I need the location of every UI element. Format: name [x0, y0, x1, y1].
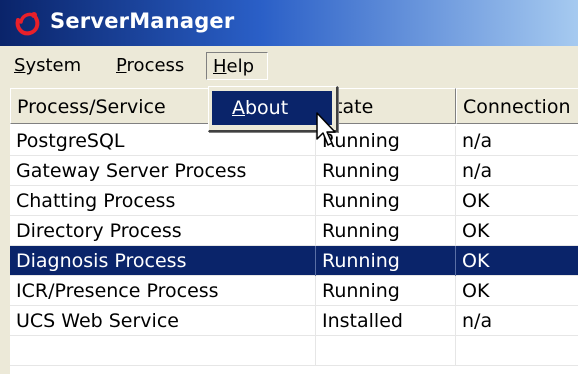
cell-state: Running	[316, 156, 456, 186]
about-mnemonic: A	[232, 97, 245, 119]
cell-connection: n/a	[456, 126, 578, 156]
mouse-pointer-icon	[316, 112, 336, 146]
cell-process-name: Chatting Process	[10, 186, 316, 216]
menu-system[interactable]: System	[8, 52, 87, 80]
table-row[interactable]: ICR/Presence Process Running OK	[10, 276, 578, 306]
cell-empty	[456, 336, 578, 366]
window-title: ServerManager	[50, 9, 235, 33]
table-row[interactable]: Gateway Server Process Running n/a	[10, 156, 578, 186]
menu-help[interactable]: Help	[206, 52, 268, 80]
menu-item-about[interactable]: About	[212, 91, 332, 125]
menu-process-mnemonic: P	[116, 55, 127, 76]
menu-help-mnemonic: H	[213, 56, 227, 77]
menu-bar: System Process Help	[0, 46, 578, 86]
title-bar[interactable]: ServerManager	[0, 0, 578, 46]
cell-connection: n/a	[456, 306, 578, 336]
menu-system-label: ystem	[25, 55, 82, 76]
cell-state: Running	[316, 216, 456, 246]
table-row-selected[interactable]: Diagnosis Process Running OK	[10, 246, 578, 276]
column-header-connection[interactable]: Connection	[456, 88, 578, 124]
cell-state: Running	[316, 276, 456, 306]
cell-process-name: Diagnosis Process	[10, 246, 316, 276]
cell-state: Running	[316, 186, 456, 216]
table-row[interactable]: Chatting Process Running OK	[10, 186, 578, 216]
cell-state: Running	[316, 246, 456, 276]
menu-process[interactable]: Process	[110, 52, 190, 80]
cell-process-name: Gateway Server Process	[10, 156, 316, 186]
app-logo-icon	[15, 12, 40, 36]
about-label: bout	[245, 97, 289, 119]
cell-state: Installed	[316, 306, 456, 336]
cell-process-name: UCS Web Service	[10, 306, 316, 336]
table-row-empty[interactable]	[10, 336, 578, 366]
cell-connection: OK	[456, 216, 578, 246]
cell-connection: OK	[456, 246, 578, 276]
table-row[interactable]: Directory Process Running OK	[10, 216, 578, 246]
menu-help-label: elp	[226, 56, 255, 77]
table-row[interactable]: UCS Web Service Installed n/a	[10, 306, 578, 336]
cell-process-name: Directory Process	[10, 216, 316, 246]
cell-process-name: ICR/Presence Process	[10, 276, 316, 306]
cell-connection: OK	[456, 276, 578, 306]
cell-connection: n/a	[456, 156, 578, 186]
cell-connection: OK	[456, 186, 578, 216]
cell-empty	[316, 336, 456, 366]
cell-empty	[10, 336, 316, 366]
menu-process-label: rocess	[126, 55, 185, 76]
menu-system-mnemonic: S	[14, 55, 26, 76]
